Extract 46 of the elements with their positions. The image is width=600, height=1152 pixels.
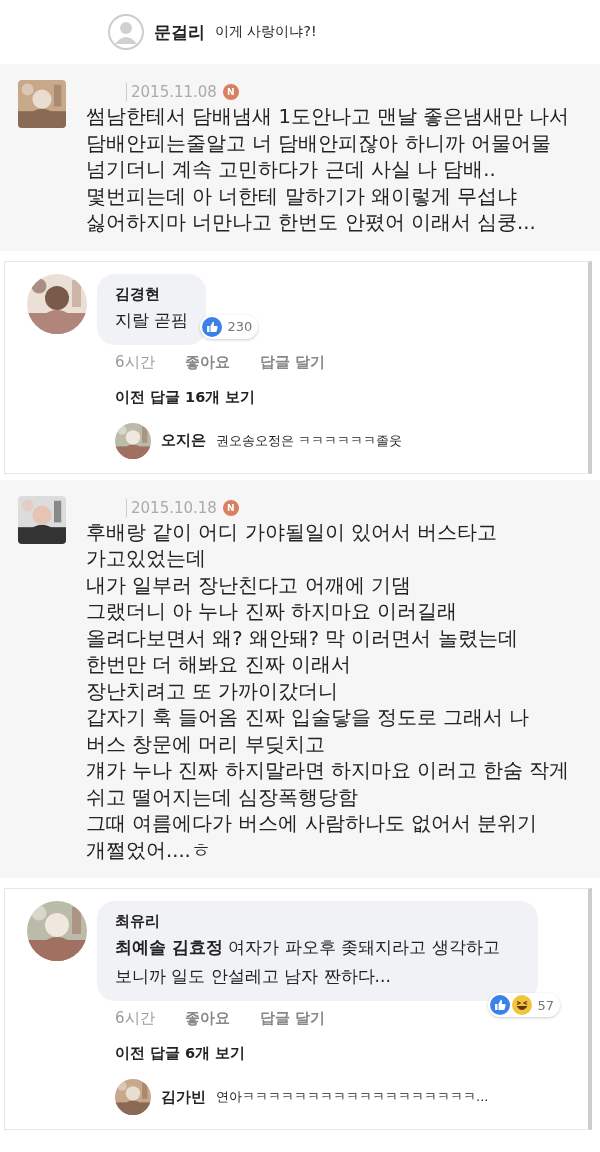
comment-text: 최예솔 김효정 여자가 파오후 좆돼지라고 생각하고 보니까 일도 안설레고 남자 짠하다... <box>115 936 501 988</box>
post-text: 올려다보면서 왜? 왜안돼? 막 이러면서 놀렸는데 <box>86 625 519 652</box>
laughing-face-icon <box>512 995 533 1015</box>
post-text: 싫어하지마 너만나고 한번도 안폈어 이래서 심쿵... <box>86 210 537 236</box>
post-text: 썸남한테서 담배냄새 1도안나고 맨날 좋은냄새만 나서 <box>86 104 571 130</box>
reply-link[interactable]: 답글 달기 <box>259 1009 325 1028</box>
new-badge: N <box>222 84 239 100</box>
post-date: 2015.10.18 <box>126 498 217 517</box>
post-text: 넘기더니 계속 고민하다가 근데 사실 나 담배.. <box>86 157 497 183</box>
thumbs-up-icon <box>202 316 223 337</box>
new-badge: N <box>222 499 239 516</box>
user-name: 김경현 <box>115 283 161 305</box>
post-text: 장난치려고 또 가까이갔더니 <box>86 678 340 705</box>
post-text: 가고있었는데 <box>86 546 207 572</box>
user-name: 김가빈 <box>161 1087 206 1107</box>
post-text: 그때 여름에다가 버스에 사람하나도 없어서 분위기 <box>86 811 538 837</box>
post-text: 후배랑 같이 어디 가야될일이 있어서 버스타고 <box>86 519 498 546</box>
thumbs-up-icon <box>490 995 511 1015</box>
post-text: 걔가 누나 진짜 하지말라면 하지마요 이러고 한숨 작게 <box>86 758 571 784</box>
comment-time: 6시간 <box>115 1009 155 1028</box>
post-text: 내가 일부러 장난친다고 어깨에 기댐 <box>86 572 412 599</box>
avatar-icon <box>108 14 144 50</box>
reply-text: 권오송오정은 ㅋㅋㅋㅋㅋㅋ졸웃 <box>216 431 403 450</box>
post-text: 그랬더니 아 누나 진짜 하지마요 이러길래 <box>86 599 458 625</box>
user-name: 오지은 <box>161 431 206 450</box>
like-link[interactable]: 좋아요 <box>184 352 230 372</box>
comment-text: 지랄 곧핌 <box>115 308 189 332</box>
post-text: 쉬고 떨어지는데 심장폭행당함 <box>86 784 360 811</box>
post-date: 2015.11.08 <box>126 83 217 101</box>
post-text: 담배안피는줄알고 너 담배안피잖아 하니까 어물어물 <box>86 130 552 157</box>
view-replies-link[interactable]: 이전 답글 6개 보기 <box>97 1028 246 1063</box>
post-text: 몇번피는데 아 너한테 말하기가 왜이렇게 무섭냐 <box>86 183 518 210</box>
post-text: 개쩔었어....ㅎ <box>86 837 212 864</box>
post-text: 갑자기 훅 들어옴 진짜 입술닿을 정도로 그래서 나 <box>86 705 531 731</box>
like-link[interactable]: 좋아요 <box>184 1009 230 1028</box>
reply-link[interactable]: 답글 달기 <box>259 352 325 372</box>
reply-text: 연아ㅋㅋㅋㅋㅋㅋㅋㅋㅋㅋㅋㅋㅋㅋㅋㅋㅋㅋ... <box>216 1088 489 1106</box>
comment-time: 6시간 <box>115 352 155 372</box>
reaction-count[interactable]: 230 <box>200 314 259 339</box>
view-replies-link[interactable]: 이전 답글 16개 보기 <box>97 371 256 407</box>
post-text: 버스 창문에 머리 부딪치고 <box>86 731 326 758</box>
comment-text: 이게 사랑이냐?! <box>215 23 317 41</box>
user-name: 문걸리 <box>154 20 205 44</box>
reaction-count[interactable]: 57 <box>488 993 560 1017</box>
user-name: 최유리 <box>115 911 161 932</box>
post-text: 한번만 더 해봐요 진짜 이래서 <box>86 652 352 678</box>
